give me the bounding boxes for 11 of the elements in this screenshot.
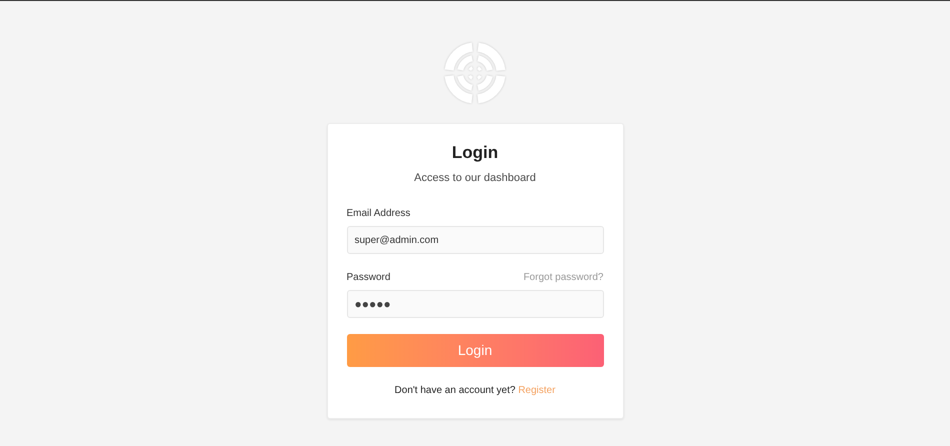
card-title: Login	[450, 142, 500, 164]
password-label: Password	[346, 271, 390, 285]
target-logo-icon	[443, 41, 507, 105]
email-label: Email Address	[346, 207, 412, 221]
register-prompt: Don't have an account yet?	[394, 385, 516, 396]
forgot-password-link[interactable]: Forgot password?	[523, 270, 604, 285]
password-field[interactable]: ●●●●●	[346, 290, 604, 318]
email-field[interactable]: super@admin.com	[346, 226, 604, 254]
card-subtitle: Access to our dashboard	[413, 170, 537, 186]
register-link[interactable]: Register	[518, 385, 556, 396]
login-button[interactable]: Login	[346, 334, 604, 367]
